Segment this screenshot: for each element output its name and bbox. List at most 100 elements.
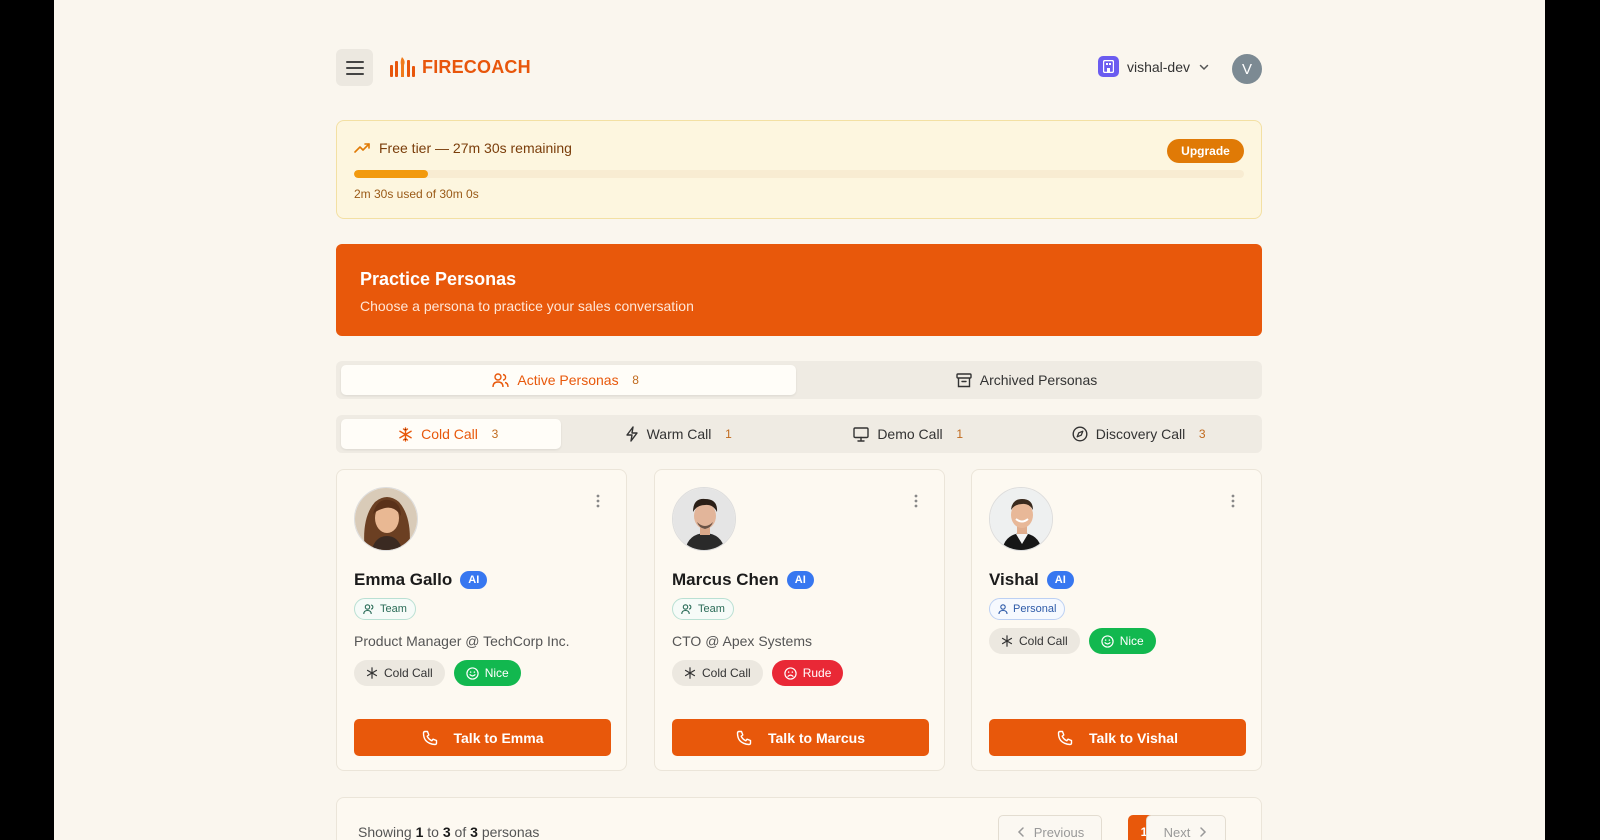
org-icon: [1097, 56, 1119, 77]
snowflake-icon: [1001, 635, 1013, 647]
talk-label: Talk to Vishal: [1089, 729, 1178, 746]
phone-icon: [736, 730, 752, 745]
users-icon: [492, 372, 510, 387]
ai-badge: AI: [786, 571, 814, 589]
scope-label: Team: [380, 603, 407, 615]
summary-total: 3: [470, 824, 478, 840]
mood-label: Rude: [802, 666, 832, 680]
trending-up-icon: [354, 143, 370, 153]
monitor-icon: [853, 426, 870, 442]
call-type-chip: Cold Call: [672, 660, 763, 686]
smile-icon: [466, 666, 479, 680]
call-type-label: Cold Call: [384, 666, 433, 680]
tab-active-personas[interactable]: Active Personas 8: [341, 365, 796, 395]
summary-prefix: Showing: [358, 824, 412, 840]
more-options-icon[interactable]: [596, 494, 600, 508]
persona-role: CTO @ Apex Systems: [672, 633, 812, 649]
persona-name: Marcus Chen: [672, 570, 779, 589]
free-tier-panel: Free tier — 27m 30s remaining 2m 30s use…: [336, 120, 1262, 219]
tab-label: Warm Call: [646, 426, 712, 442]
tab-archived-label: Archived Personas: [979, 372, 1098, 388]
previous-label: Previous: [1033, 824, 1085, 840]
persona-name-row: Vishal AI: [989, 570, 1074, 590]
talk-button[interactable]: Talk to Vishal: [989, 719, 1246, 756]
usage-text: 2m 30s used of 30m 0s: [354, 187, 479, 201]
compass-icon: [1072, 426, 1088, 442]
persona-role: Product Manager @ TechCorp Inc.: [354, 633, 570, 649]
user-avatar[interactable]: V: [1232, 54, 1262, 84]
hamburger-icon: [345, 60, 364, 75]
chevron-right-icon: [1200, 827, 1207, 837]
mood-label: Nice: [484, 666, 509, 680]
persona-name-row: Marcus Chen AI: [672, 570, 814, 590]
next-label: Next: [1163, 824, 1191, 840]
talk-label: Talk to Emma: [453, 729, 544, 746]
org-name: vishal-dev: [1126, 58, 1190, 75]
scope-badge: Team: [354, 598, 416, 620]
summary-to: 3: [442, 824, 451, 840]
archive-icon: [956, 372, 972, 387]
persona-tags: Cold Call Rude: [672, 660, 844, 686]
summary-suffix: personas: [481, 824, 540, 840]
persona-avatar: [354, 487, 418, 551]
brand-name: FIRECOACH: [422, 56, 531, 77]
scope-label: Personal: [1013, 603, 1057, 615]
chevron-down-icon: [1199, 64, 1209, 70]
mood-chip: Nice: [453, 660, 521, 686]
ai-badge: AI: [1046, 571, 1074, 589]
org-switcher[interactable]: vishal-dev: [1097, 56, 1210, 77]
mood-chip: Rude: [771, 660, 844, 686]
tab-warm-call[interactable]: Warm Call 1: [571, 419, 791, 449]
talk-button[interactable]: Talk to Emma: [354, 719, 611, 756]
tier-title-text: Free tier — 27m 30s remaining: [379, 140, 572, 156]
page-title: Practice Personas: [360, 269, 517, 289]
summary-of-word: of: [454, 824, 467, 840]
persona-tags: Cold Call Nice: [989, 628, 1156, 654]
tab-label: Cold Call: [421, 426, 478, 442]
call-type-label: Cold Call: [702, 666, 751, 680]
talk-label: Talk to Marcus: [768, 729, 865, 746]
tab-archived-personas[interactable]: Archived Personas: [796, 365, 1257, 395]
tab-demo-call[interactable]: Demo Call 1: [796, 419, 1026, 449]
flame-bars-icon: [390, 57, 415, 77]
tier-title: Free tier — 27m 30s remaining: [354, 140, 572, 156]
persona-avatar: [672, 487, 736, 551]
tab-count: 1: [725, 427, 732, 441]
call-type-label: Cold Call: [1019, 634, 1068, 648]
tab-cold-call[interactable]: Cold Call 3: [341, 419, 561, 449]
menu-button[interactable]: [336, 49, 373, 86]
persona-avatar: [989, 487, 1053, 551]
tab-discovery-call[interactable]: Discovery Call 3: [1026, 419, 1257, 449]
users-icon: [681, 603, 692, 614]
chevron-left-icon: [1017, 827, 1024, 837]
top-header: FIRECOACH vishal-dev V: [336, 49, 1262, 87]
status-tabs: Active Personas 8 Archived Personas: [336, 361, 1262, 399]
tab-active-label: Active Personas: [517, 372, 619, 388]
call-type-chip: Cold Call: [354, 660, 445, 686]
persona-card: Vishal AI Personal Cold Call Nice Talk t…: [971, 469, 1262, 771]
mood-chip: Nice: [1088, 628, 1156, 654]
previous-page-button[interactable]: Previous: [998, 815, 1102, 840]
ai-badge: AI: [460, 571, 488, 589]
tab-count: 3: [1198, 427, 1206, 441]
next-page-button[interactable]: Next: [1146, 815, 1226, 840]
more-options-icon[interactable]: [1231, 494, 1235, 508]
user-icon: [998, 603, 1008, 614]
zap-icon: [625, 426, 638, 442]
persona-name: Vishal: [989, 570, 1039, 589]
brand-logo[interactable]: FIRECOACH: [390, 55, 531, 79]
more-options-icon[interactable]: [914, 494, 918, 508]
upgrade-button[interactable]: Upgrade: [1167, 139, 1244, 163]
scope-badge: Personal: [989, 598, 1066, 620]
tab-count: 3: [491, 427, 499, 441]
tab-active-count: 8: [632, 373, 639, 387]
usage-progress-bar: [354, 170, 1244, 178]
mood-label: Nice: [1119, 634, 1144, 648]
persona-card: Emma Gallo AI Team Product Manager @ Tec…: [336, 469, 627, 771]
summary-to-word: to: [427, 824, 439, 840]
talk-button[interactable]: Talk to Marcus: [672, 719, 929, 756]
scope-label: Team: [698, 603, 725, 615]
usage-progress-fill: [354, 170, 428, 178]
snowflake-icon: [399, 426, 412, 442]
call-type-chip: Cold Call: [989, 628, 1080, 654]
